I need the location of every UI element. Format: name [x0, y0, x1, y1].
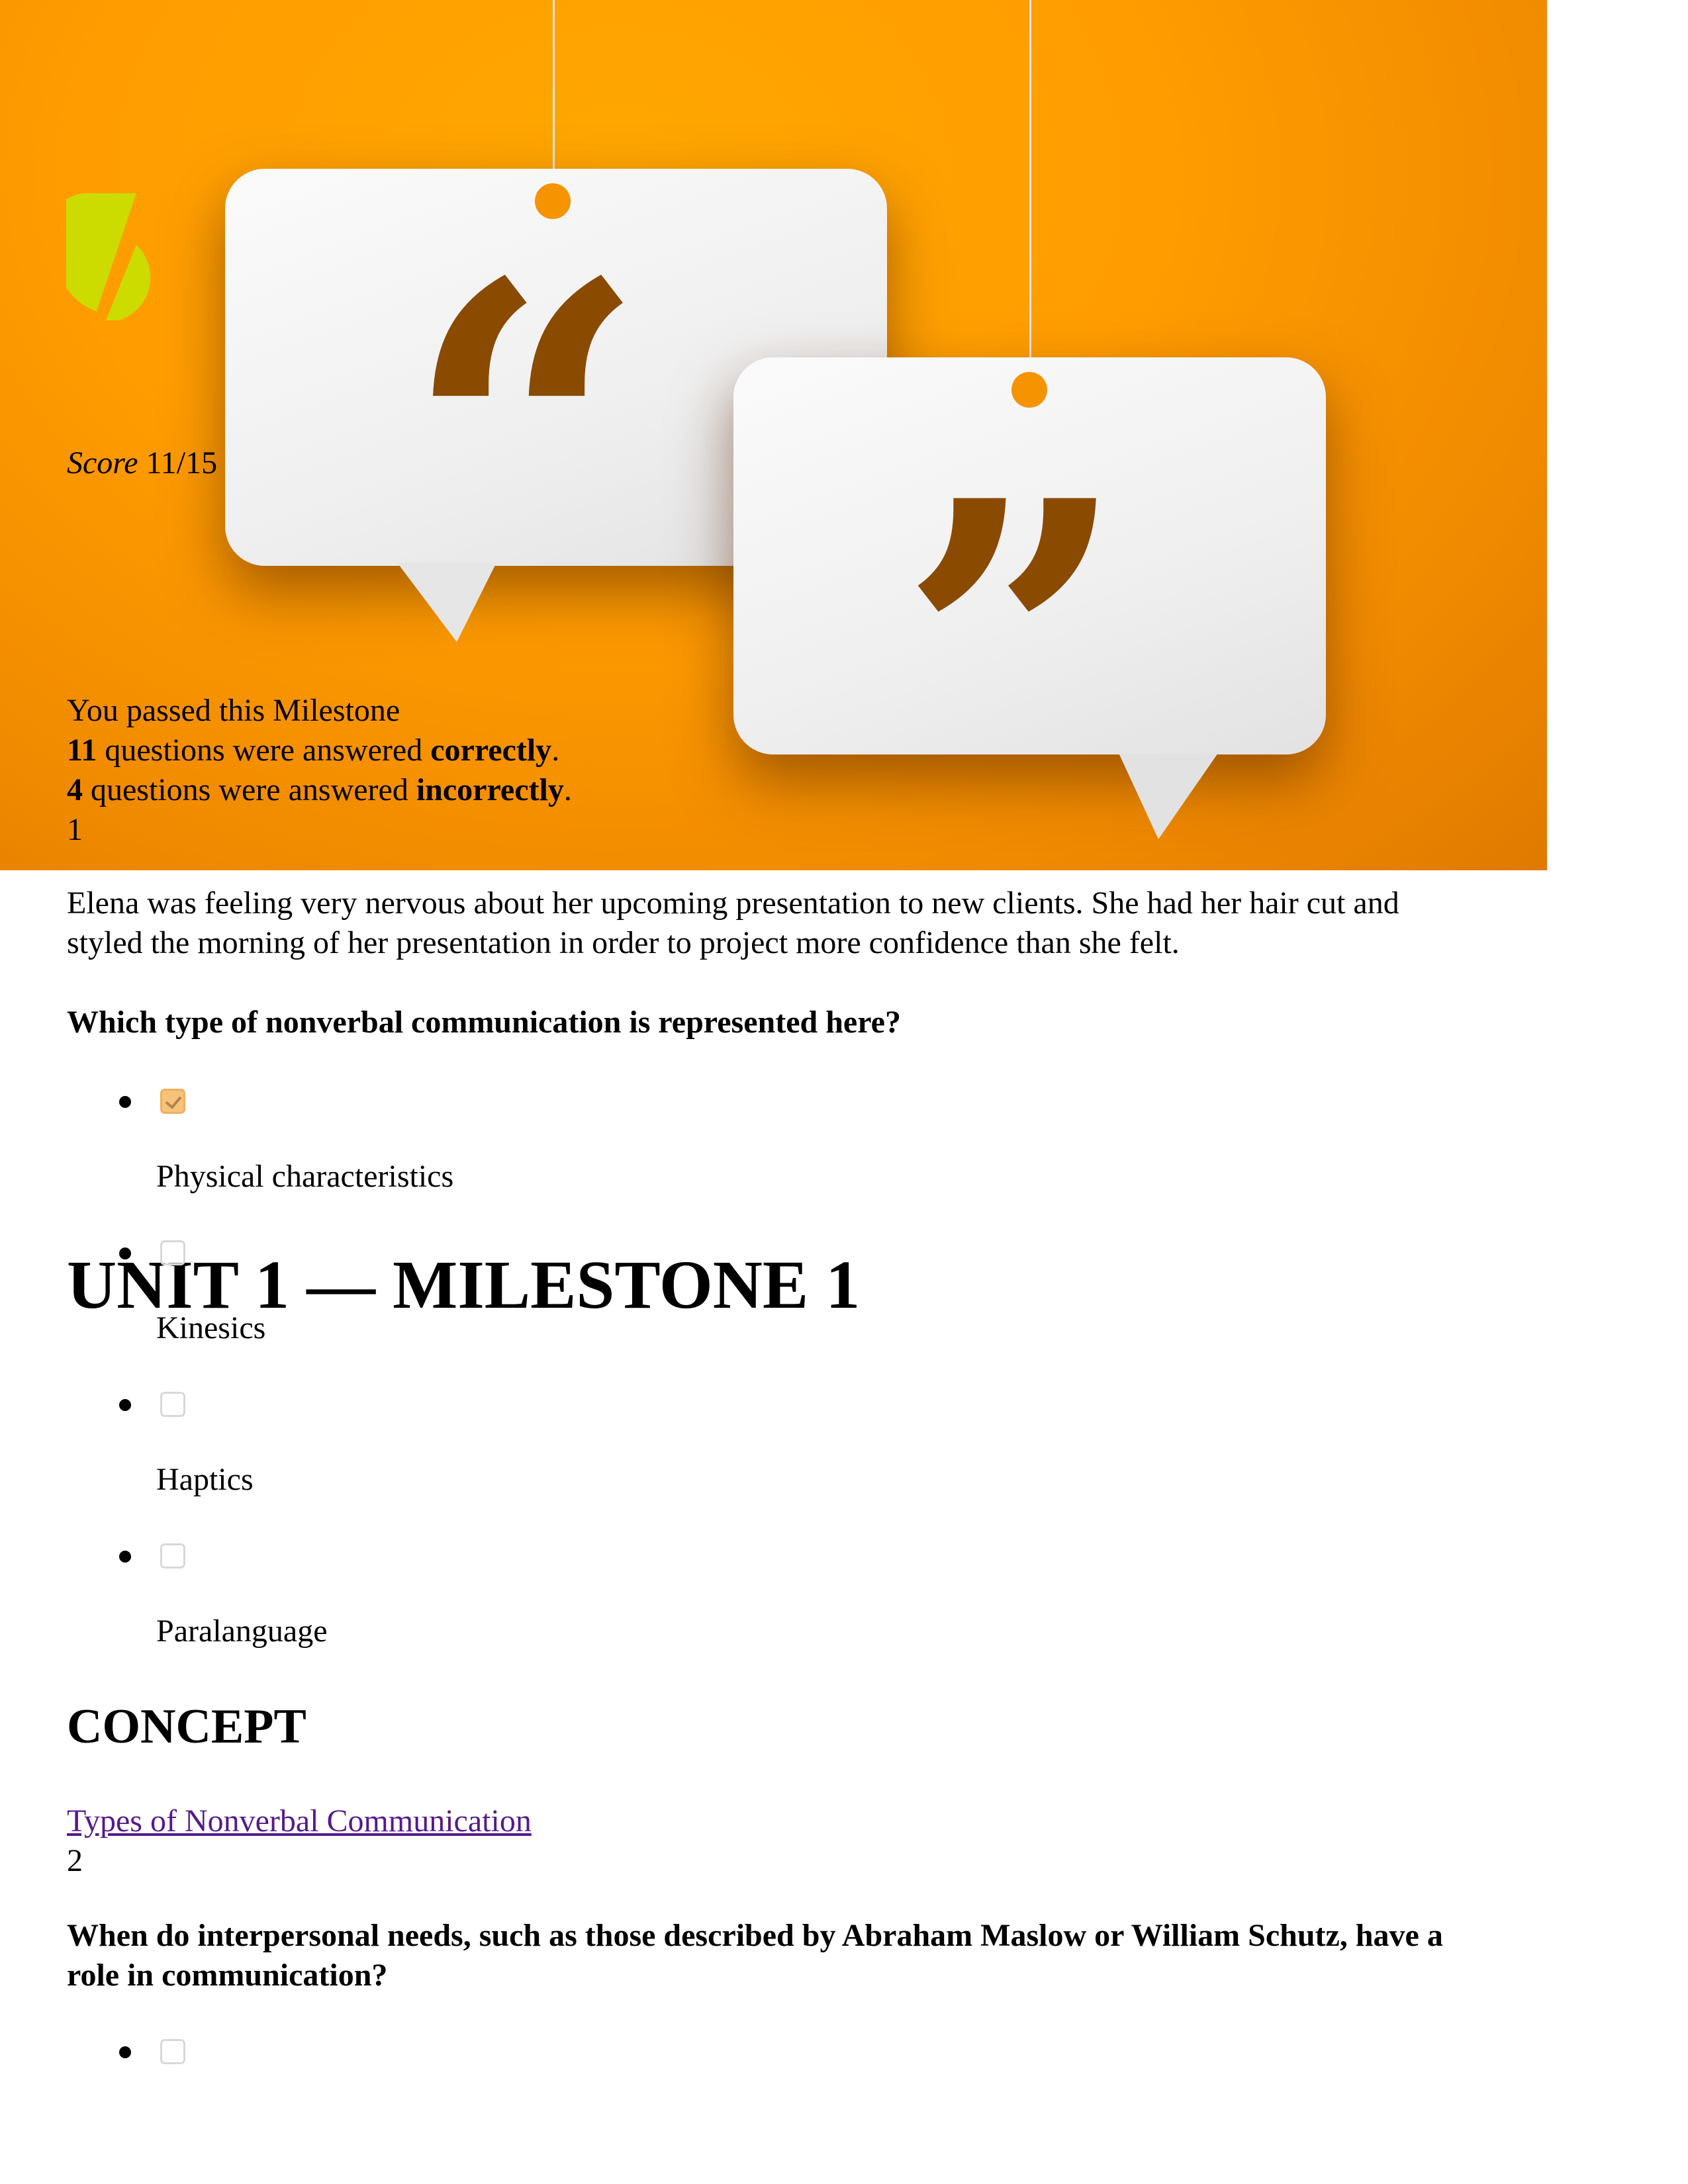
bullet [119, 1551, 131, 1563]
concept-link-row: Types of Nonverbal Communication [67, 1801, 532, 1841]
pass-status: You passed this Milestone [67, 693, 400, 728]
answer-checkbox[interactable] [160, 1392, 185, 1417]
bubble-tail-left [397, 563, 496, 642]
incorrect-summary: 4 questions were answered incorrectly. [67, 772, 572, 807]
answer-label: Haptics [156, 1462, 254, 1497]
bullet [119, 1096, 131, 1108]
bubble-hole [1011, 372, 1047, 408]
question-number: 1 [67, 812, 83, 847]
bullet [119, 1399, 131, 1411]
hanging-string [1029, 0, 1031, 361]
sophia-logo-icon [66, 193, 151, 320]
concept-heading: CONCEPT [67, 1700, 306, 1754]
answer-label: Physical characteristics [156, 1159, 454, 1194]
score-label: Score [67, 445, 138, 480]
answer-checkbox[interactable] [160, 1089, 185, 1114]
score: Score 11/15 [67, 443, 217, 483]
question-scenario: Elena was feeling very nervous about her… [67, 886, 1399, 921]
question-prompt: role in communication? [67, 1958, 388, 1993]
answer-label: Paralanguage [156, 1614, 328, 1649]
score-value: 11/15 [146, 445, 218, 480]
answer-label: Kinesics [156, 1310, 266, 1345]
concept-link[interactable]: Types of Nonverbal Communication [67, 1803, 532, 1839]
answer-checkbox[interactable] [160, 1543, 185, 1569]
hanging-string [553, 0, 555, 172]
bullet [119, 2046, 131, 2058]
answer-checkbox[interactable] [160, 2039, 185, 2064]
bullet [119, 1248, 131, 1259]
answer-checkbox[interactable] [160, 1240, 185, 1265]
question-prompt: Which type of nonverbal communication is… [67, 1005, 901, 1040]
question-scenario: styled the morning of her presentation i… [67, 925, 1180, 960]
question-number: 2 [67, 1843, 83, 1878]
close-quote-icon: ” [899, 415, 1128, 882]
speech-bubble-right: ” [733, 357, 1326, 847]
bubble-tail-right [1119, 753, 1218, 839]
correct-summary: 11 questions were answered correctly. [67, 733, 560, 768]
question-prompt: When do interpersonal needs, such as tho… [67, 1918, 1443, 1953]
